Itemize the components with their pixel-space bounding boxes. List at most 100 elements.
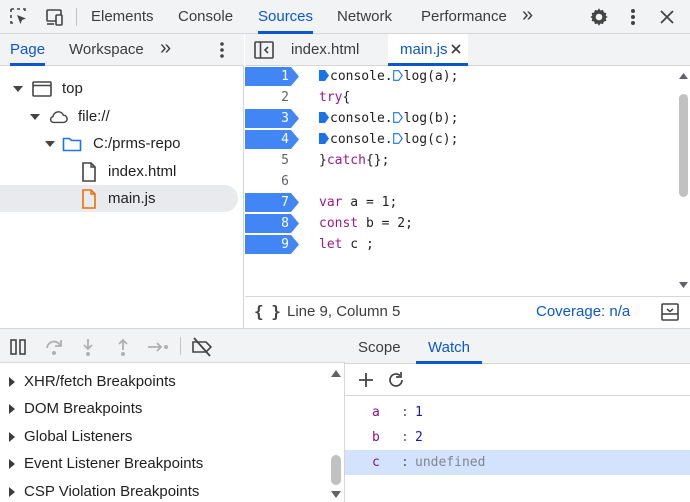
editor-tab-index-html[interactable]: index.html [291, 34, 359, 66]
editor-status-bar: { } Line 9, Column 5 Coverage: n/a [245, 296, 690, 328]
tab-performance[interactable]: Performance [421, 0, 507, 34]
step-icon[interactable] [146, 335, 170, 359]
refresh-icon[interactable] [387, 371, 405, 393]
show-drawer-icon[interactable] [661, 303, 679, 325]
watch-item-a[interactable]: a : 1 [345, 400, 690, 425]
scope-watch-tabbar: Scope Watch [345, 329, 690, 364]
settings-gear-icon[interactable] [587, 5, 611, 29]
tab-elements[interactable]: Elements [91, 0, 154, 34]
pause-resume-icon[interactable] [6, 335, 30, 359]
tab-workspace[interactable]: Workspace [69, 34, 144, 66]
inspect-element-icon[interactable] [7, 5, 31, 29]
inline-breakpoint-icon[interactable] [319, 109, 329, 123]
tab-sources[interactable]: Sources [258, 0, 314, 34]
breakpoint-marker[interactable]: 1 [245, 67, 299, 86]
scroll-down-arrow-icon[interactable] [331, 491, 341, 498]
editor-vertical-scrollbar[interactable] [677, 66, 690, 296]
expand-triangle-icon[interactable] [9, 377, 15, 387]
code-line[interactable]: 5 }catch{}; [245, 150, 677, 171]
tab-watch[interactable]: Watch [416, 329, 482, 364]
pretty-print-braces-icon[interactable]: { } [254, 302, 281, 321]
step-over-icon[interactable] [42, 335, 66, 359]
watch-separator: : [401, 455, 409, 470]
sources-navigator: Page Workspace » top file:// C:/prms-rep… [0, 34, 244, 328]
step-into-icon[interactable] [76, 335, 100, 359]
watch-expression-value: 2 [415, 430, 423, 445]
debugger-toolbar [0, 328, 345, 363]
section-dom-breakpoints[interactable]: DOM Breakpoints [0, 395, 330, 422]
code-line[interactable]: 9 let c ; [245, 234, 677, 255]
tab-network[interactable]: Network [337, 0, 392, 34]
inline-breakpoint-outline-icon[interactable] [392, 109, 403, 123]
expand-triangle-icon[interactable] [9, 404, 15, 414]
breakpoint-marker[interactable]: 7 [245, 193, 299, 212]
code-line[interactable]: 8 const b = 2; [245, 213, 677, 234]
section-event-listener-breakpoints[interactable]: Event Listener Breakpoints [0, 450, 330, 477]
scroll-up-arrow-icon[interactable] [331, 370, 341, 377]
inline-breakpoint-outline-icon[interactable] [392, 67, 403, 81]
more-tabs-chevron-icon[interactable]: » [522, 0, 533, 34]
code-line[interactable]: 3 console. log(b); [245, 108, 677, 129]
expand-arrow-icon[interactable] [12, 75, 24, 102]
breakpoint-marker[interactable]: 3 [245, 109, 299, 128]
tab-scope[interactable]: Scope [358, 329, 401, 364]
close-tab-icon[interactable] [451, 34, 461, 66]
editor-tab-label: main.js [400, 41, 448, 58]
toolbar-divider [180, 337, 181, 355]
navigator-menu-kebab-icon[interactable] [219, 41, 225, 63]
device-toolbar-icon[interactable] [42, 5, 66, 29]
code-line[interactable]: 7 var a = 1; [245, 192, 677, 213]
tree-item-label: top [62, 80, 83, 97]
coverage-link[interactable]: Coverage: n/a [536, 303, 630, 320]
code-line[interactable]: 6 [245, 171, 677, 192]
expand-triangle-icon[interactable] [9, 432, 15, 442]
expand-triangle-icon[interactable] [9, 487, 15, 497]
code-editor-pane: index.html main.js 1 console. log(a); 2 t… [245, 34, 690, 328]
line-number[interactable]: 2 [245, 87, 299, 108]
inline-breakpoint-icon[interactable] [319, 67, 329, 81]
scrollbar-thumb[interactable] [679, 94, 688, 197]
inline-breakpoint-icon[interactable] [319, 130, 329, 144]
code-line[interactable]: 2 try{ [245, 87, 677, 108]
tree-item-index-html[interactable]: index.html [0, 158, 243, 185]
tree-item-label: index.html [108, 163, 177, 180]
expand-triangle-icon[interactable] [9, 459, 15, 469]
tree-item-file[interactable]: file:// [0, 103, 243, 130]
tab-page[interactable]: Page [10, 34, 46, 66]
scroll-down-arrow-icon[interactable] [679, 282, 688, 288]
more-options-kebab-icon[interactable] [621, 5, 645, 29]
watch-expression-value: undefined [415, 455, 486, 470]
toggle-navigator-sidebar-icon[interactable] [254, 41, 274, 63]
breakpoint-marker[interactable]: 9 [245, 235, 299, 254]
code-area[interactable]: 1 console. log(a); 2 try{ 3 console. log(b… [245, 66, 690, 296]
expand-arrow-icon[interactable] [44, 130, 56, 157]
close-devtools-icon[interactable] [655, 5, 679, 29]
expand-arrow-icon[interactable] [29, 103, 41, 130]
deactivate-breakpoints-icon[interactable] [190, 335, 214, 359]
tab-console[interactable]: Console [178, 0, 233, 34]
section-xhr-fetch-breakpoints[interactable]: XHR/fetch Breakpoints [0, 368, 330, 395]
document-icon [79, 162, 99, 182]
tree-item-folder[interactable]: C:/prms-repo [0, 130, 243, 157]
inline-breakpoint-outline-icon[interactable] [392, 130, 403, 144]
step-out-icon[interactable] [111, 335, 135, 359]
code-text: console. log(a); [319, 66, 458, 87]
breakpoints-scrollbar[interactable] [329, 363, 343, 502]
code-line[interactable]: 4 console. log(c); [245, 129, 677, 150]
line-number[interactable]: 6 [245, 171, 299, 192]
section-global-listeners[interactable]: Global Listeners [0, 423, 330, 450]
line-number[interactable]: 5 [245, 150, 299, 171]
editor-tab-main-js[interactable]: main.js [388, 34, 468, 66]
breakpoint-marker[interactable]: 4 [245, 130, 299, 149]
tree-item-main-js[interactable]: main.js [0, 185, 238, 212]
scroll-up-arrow-icon[interactable] [679, 73, 688, 79]
breakpoint-marker[interactable]: 8 [245, 214, 299, 233]
watch-item-b[interactable]: b : 2 [345, 425, 690, 450]
code-line[interactable]: 1 console. log(a); [245, 66, 677, 87]
add-watch-expression-icon[interactable] [358, 372, 374, 392]
tree-item-top[interactable]: top [0, 75, 243, 102]
scrollbar-thumb[interactable] [331, 455, 341, 485]
navigator-more-chevron-icon[interactable]: » [160, 34, 171, 66]
watch-item-c[interactable]: c : undefined [345, 450, 690, 475]
section-csp-violation-breakpoints[interactable]: CSP Violation Breakpoints [0, 478, 330, 502]
